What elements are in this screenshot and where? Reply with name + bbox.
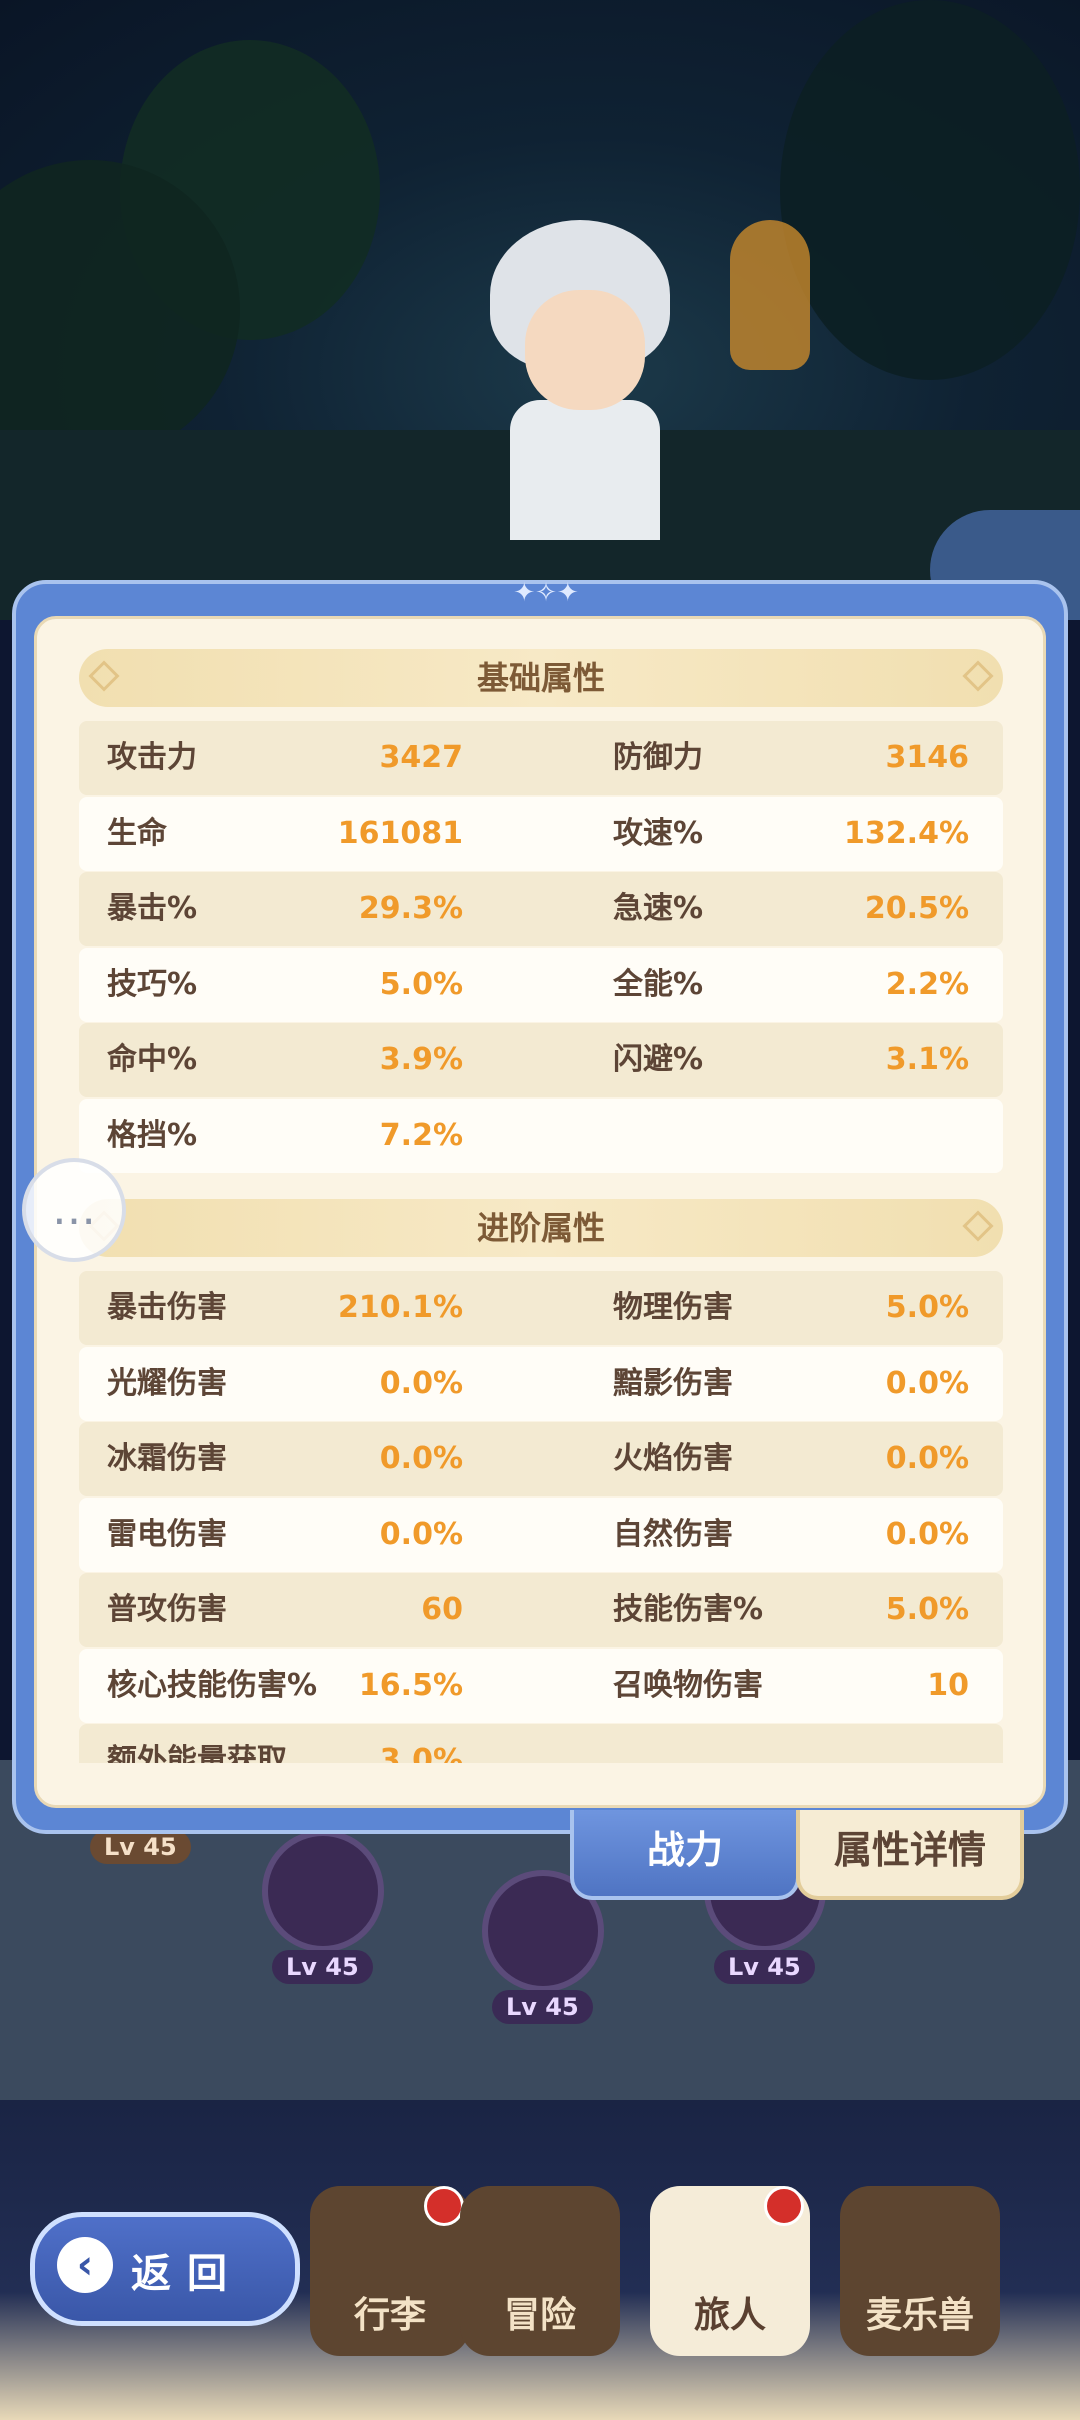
tab-adventure[interactable]: 冒险: [460, 2186, 620, 2356]
attribute-value: 3146: [885, 740, 970, 775]
attribute-row: 光耀伤害 0.0% 黯影伤害 0.0%: [79, 1346, 1003, 1421]
back-label: 返回: [131, 2251, 243, 2297]
tab-traveler[interactable]: 旅人: [650, 2186, 810, 2356]
attribute-value: 5.0%: [885, 1290, 969, 1325]
attribute-label: 生命: [107, 815, 167, 851]
attribute-row: 暴击伤害 210.1% 物理伤害 5.0%: [79, 1271, 1003, 1345]
attribute-label: 闪避%: [613, 1042, 704, 1077]
attribute-label: 全能%: [613, 966, 704, 1002]
tab-power[interactable]: 战力: [570, 1810, 800, 1900]
attribute-row: 命中% 3.9% 闪避% 3.1%: [79, 1023, 1003, 1097]
attribute-label: 命中%: [107, 1042, 198, 1077]
attribute-label: 格挡%: [107, 1117, 198, 1153]
advanced-attributes-header: 进阶属性: [79, 1199, 1003, 1257]
attribute-label: 召唤物伤害: [613, 1667, 763, 1703]
attribute-value: 29.3%: [358, 891, 463, 926]
attribute-label: 攻击力: [107, 740, 197, 775]
notification-dot: [764, 2186, 804, 2226]
tab-attribute-details[interactable]: 属性详情: [796, 1810, 1024, 1900]
attribute-label: 物理伤害: [613, 1290, 733, 1325]
attribute-row: 技巧% 5.0% 全能% 2.2%: [79, 947, 1003, 1022]
attribute-label: 普攻伤害: [107, 1592, 227, 1627]
attribute-label: 自然伤害: [613, 1516, 733, 1552]
attribute-value: 60: [421, 1592, 463, 1627]
attribute-row: 核心技能伤害% 16.5% 召唤物伤害 10: [79, 1648, 1003, 1723]
attribute-value: 3.1%: [885, 1042, 969, 1077]
attribute-value: 2.2%: [885, 966, 969, 1002]
attribute-value: 132.4%: [844, 815, 969, 851]
attribute-value: 7.2%: [379, 1117, 463, 1153]
notification-dot: [424, 2186, 464, 2226]
attribute-value: 0.0%: [885, 1516, 969, 1552]
attribute-label: 技巧%: [107, 966, 198, 1002]
attribute-label: 防御力: [613, 740, 703, 775]
basic-attributes-header: 基础属性: [79, 649, 1003, 707]
attribute-value: 0.0%: [379, 1516, 463, 1552]
attribute-value: 16.5%: [358, 1667, 463, 1703]
attribute-value: 161081: [337, 815, 463, 851]
attribute-row: 冰霜伤害 0.0% 火焰伤害 0.0%: [79, 1422, 1003, 1496]
sparkle-icon: ✦✧✦: [513, 578, 579, 608]
game-scene: [0, 0, 1080, 620]
tab-luggage[interactable]: 行李: [310, 2186, 470, 2356]
attribute-label: 攻速%: [613, 815, 704, 851]
attribute-row: 攻击力 3427 防御力 3146: [79, 721, 1003, 795]
attribute-value: 3427: [379, 740, 464, 775]
attribute-value: 10: [927, 1667, 969, 1703]
attribute-value: 0.0%: [885, 1441, 969, 1476]
attribute-row: 普攻伤害 60 技能伤害% 5.0%: [79, 1573, 1003, 1647]
attribute-row: 格挡% 7.2%: [79, 1098, 1003, 1173]
attribute-label: 雷电伤害: [107, 1516, 227, 1552]
attribute-value: 0.0%: [379, 1441, 463, 1476]
attribute-label: 冰霜伤害: [107, 1441, 227, 1476]
attribute-label: 暴击%: [107, 891, 198, 926]
attribute-label: 光耀伤害: [107, 1365, 227, 1401]
attribute-label: 火焰伤害: [613, 1441, 733, 1476]
attribute-value: 0.0%: [379, 1365, 463, 1401]
level-badge: Lv 45: [272, 1950, 373, 1984]
skill-node[interactable]: [262, 1830, 384, 1952]
level-badge: Lv 45: [714, 1950, 815, 1984]
chat-bubbles-icon[interactable]: …: [22, 1158, 126, 1262]
attribute-value: 3.9%: [379, 1042, 463, 1077]
tree: [780, 0, 1080, 380]
attribute-label: 黯影伤害: [613, 1365, 733, 1401]
tab-mele-beast[interactable]: 麦乐兽: [840, 2186, 1000, 2356]
attribute-value: 20.5%: [864, 891, 969, 926]
back-arrow-icon: ‹: [57, 2237, 113, 2293]
attribute-value: [769, 1099, 969, 1173]
companion-creature: [730, 220, 810, 370]
level-badge: Lv 45: [492, 1990, 593, 2024]
attribute-value: 5.0%: [379, 966, 463, 1002]
attribute-label: 急速%: [613, 891, 704, 926]
attribute-value: 210.1%: [338, 1290, 463, 1325]
attribute-row: 雷电伤害 0.0% 自然伤害 0.0%: [79, 1497, 1003, 1572]
level-badge: Lv 45: [90, 1830, 191, 1864]
attribute-label: 暴击伤害: [107, 1290, 227, 1325]
attribute-row: 生命 161081 攻速% 132.4%: [79, 796, 1003, 871]
back-button[interactable]: ‹ 返回: [30, 2212, 300, 2326]
player-character: [470, 200, 690, 540]
attribute-list[interactable]: 基础属性 攻击力 3427 防御力 3146 生命 161081 攻速% 132.4% 暴击% 2…: [34, 616, 1046, 1808]
attribute-label: 技能伤害%: [613, 1592, 764, 1627]
attribute-value: 0.0%: [885, 1365, 969, 1401]
attribute-value: 5.0%: [885, 1592, 969, 1627]
attribute-panel: ✦✧✦ 基础属性 攻击力 3427 防御力 3146 生命 161081 攻速% 132.4%…: [12, 578, 1068, 1834]
attribute-row: 暴击% 29.3% 急速% 20.5%: [79, 872, 1003, 946]
